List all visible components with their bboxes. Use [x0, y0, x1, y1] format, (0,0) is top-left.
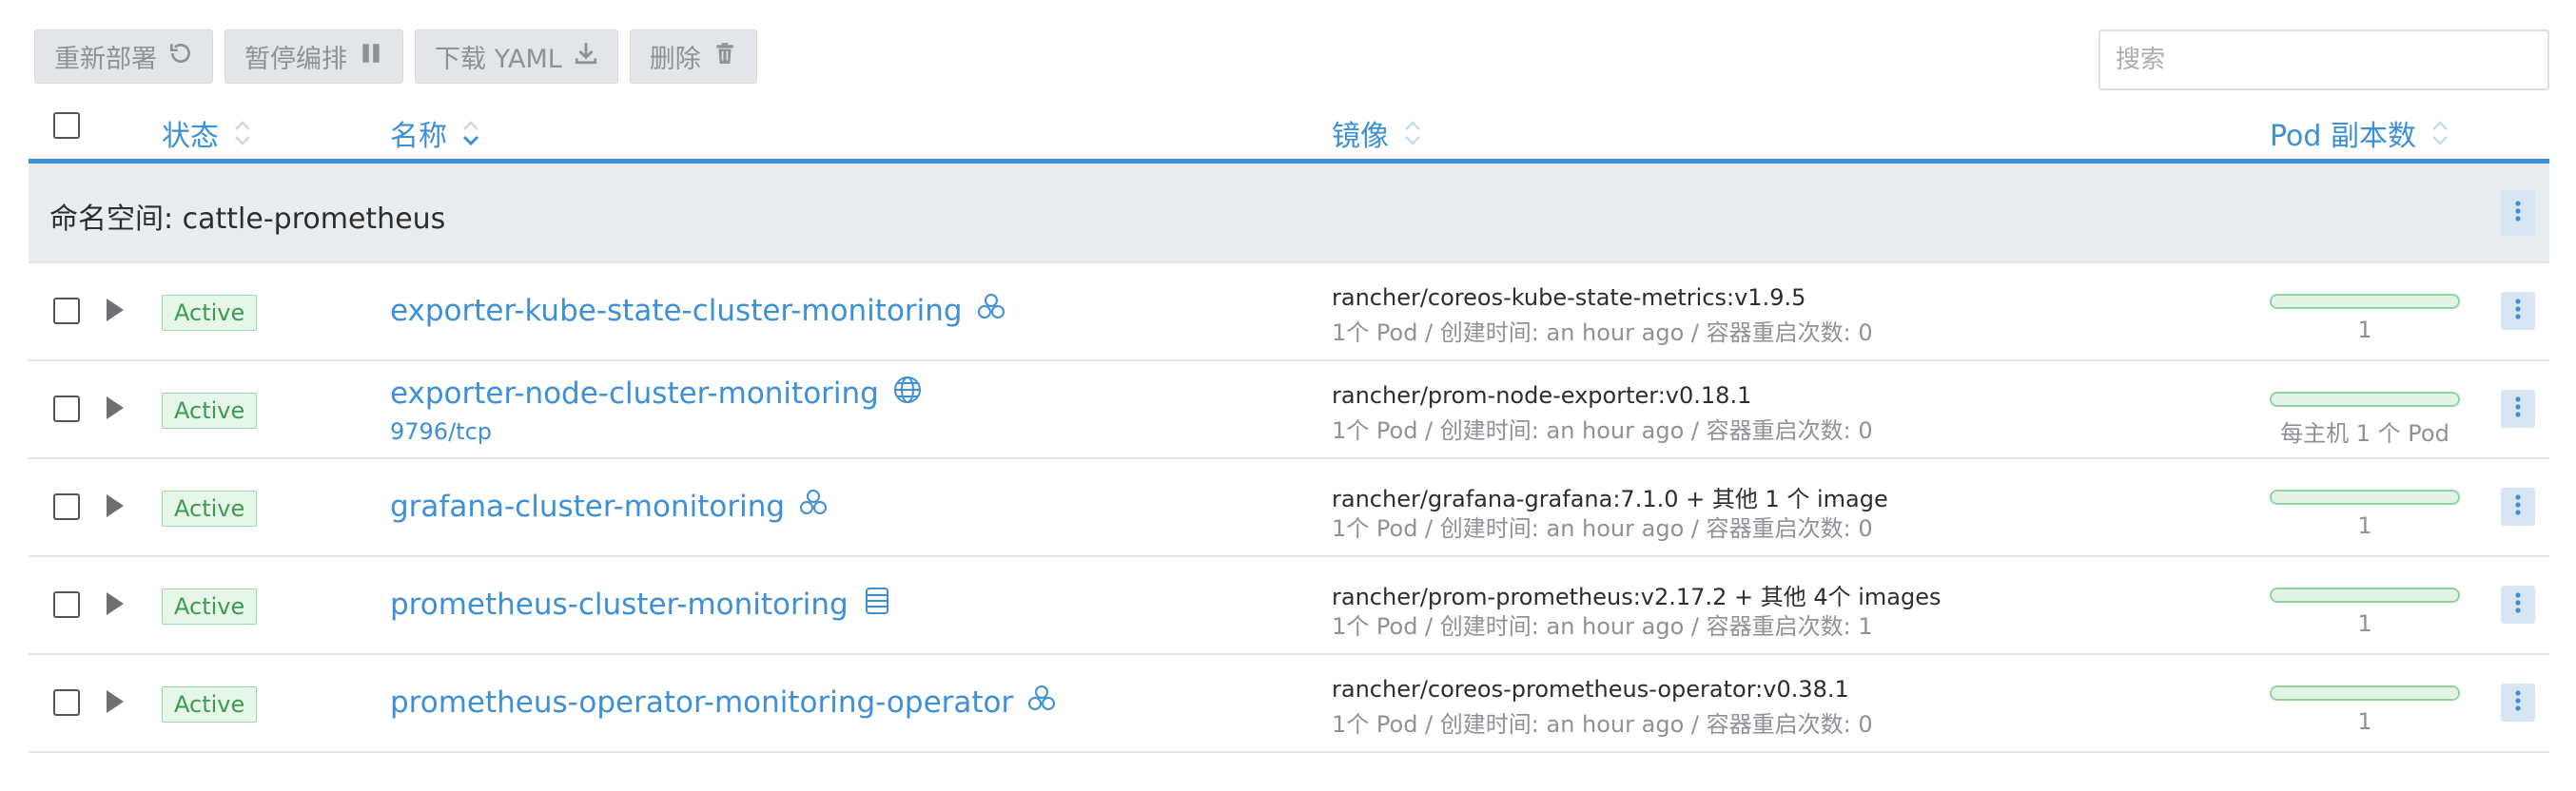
- pod-scale: 1: [2357, 317, 2372, 343]
- pod-scale: 1: [2357, 708, 2372, 735]
- pod-progress-bar: [2270, 588, 2460, 603]
- kebab-icon: [2514, 689, 2522, 716]
- sort-icon: [2430, 117, 2450, 149]
- workloads-page: 重新部署 暂停编排 下载 YAML 删除 状态: [0, 0, 2576, 791]
- row-actions-button[interactable]: [2501, 586, 2535, 624]
- expand-row-icon[interactable]: [107, 396, 124, 419]
- kebab-icon: [2514, 493, 2522, 520]
- pod-details: 1个 Pod / 创建时间: an hour ago / 容器重启次数: 0: [1332, 319, 1873, 346]
- workload-name-link[interactable]: prometheus-cluster-monitoring: [390, 586, 892, 624]
- row-actions-button[interactable]: [2501, 390, 2535, 428]
- image-name: rancher/coreos-prometheus-operator:v0.38…: [1332, 676, 1849, 703]
- sort-icon: [1402, 117, 1423, 149]
- workload-name-link[interactable]: prometheus-operator-monitoring-operator: [390, 684, 1057, 722]
- pod-scale: 1: [2357, 610, 2372, 637]
- port-link[interactable]: 9796/tcp: [390, 418, 492, 445]
- status-badge: Active: [162, 295, 258, 331]
- workload-name-link[interactable]: exporter-kube-state-cluster-monitoring: [390, 292, 1006, 330]
- sort-desc-icon: [460, 117, 481, 149]
- workload-name: exporter-kube-state-cluster-monitoring: [390, 294, 963, 328]
- header-name[interactable]: 名称: [390, 112, 481, 154]
- status-badge: Active: [162, 491, 258, 527]
- row-actions-button[interactable]: [2501, 684, 2535, 722]
- download-icon: [574, 41, 598, 72]
- image-name: rancher/coreos-kube-state-metrics:v1.9.5: [1332, 284, 1806, 311]
- status-badge: Active: [162, 588, 258, 625]
- pause-label: 暂停编排: [244, 45, 347, 74]
- row-checkbox[interactable]: [53, 298, 80, 324]
- pod-details: 1个 Pod / 创建时间: an hour ago / 容器重启次数: 0: [1332, 515, 1873, 542]
- pause-orchestration-button[interactable]: 暂停编排: [224, 29, 403, 84]
- select-all-checkbox[interactable]: [53, 112, 80, 139]
- pause-icon: [359, 41, 383, 72]
- workload-name-link[interactable]: grafana-cluster-monitoring: [390, 488, 829, 526]
- expand-row-icon[interactable]: [107, 494, 124, 517]
- status-badge: Active: [162, 393, 258, 429]
- globe-icon: [892, 375, 923, 413]
- namespace-group-row: 命名空间: cattle-prometheus: [29, 164, 2549, 263]
- pod-details: 1个 Pod / 创建时间: an hour ago / 容器重启次数: 0: [1332, 417, 1873, 444]
- table-row: Active exporter-kube-state-cluster-monit…: [29, 263, 2549, 361]
- pod-details: 1个 Pod / 创建时间: an hour ago / 容器重启次数: 0: [1332, 711, 1873, 738]
- row-checkbox[interactable]: [53, 591, 80, 618]
- image-name: rancher/grafana-grafana:7.1.0 + 其他 1 个 i…: [1332, 486, 1888, 512]
- trash-icon: [712, 41, 737, 72]
- pod-progress-bar: [2270, 490, 2460, 505]
- delete-button[interactable]: 删除: [629, 29, 757, 84]
- row-actions-button[interactable]: [2501, 292, 2535, 330]
- workload-name: prometheus-cluster-monitoring: [390, 588, 849, 622]
- header-image-label: 镜像: [1332, 120, 1389, 153]
- workload-name-link[interactable]: exporter-node-cluster-monitoring: [390, 375, 923, 413]
- expand-row-icon[interactable]: [107, 299, 124, 321]
- header-scale-label: Pod 副本数: [2270, 120, 2416, 153]
- table-row: Active prometheus-operator-monitoring-op…: [29, 655, 2549, 753]
- kebab-icon: [2514, 396, 2522, 422]
- workload-name: grafana-cluster-monitoring: [390, 490, 786, 524]
- row-checkbox[interactable]: [53, 493, 80, 520]
- header-scale[interactable]: Pod 副本数: [2270, 112, 2450, 154]
- pod-progress-bar: [2270, 685, 2460, 701]
- header-name-label: 名称: [390, 120, 447, 153]
- sort-icon: [232, 117, 253, 149]
- table-row: Active exporter-node-cluster-monitoring …: [29, 361, 2549, 459]
- pod-details: 1个 Pod / 创建时间: an hour ago / 容器重启次数: 1: [1332, 613, 1873, 640]
- kebab-icon: [2514, 298, 2522, 324]
- pod-progress-bar: [2270, 294, 2460, 309]
- header-state[interactable]: 状态: [162, 112, 253, 154]
- image-name: rancher/prom-node-exporter:v0.18.1: [1332, 382, 1752, 409]
- delete-label: 删除: [649, 45, 701, 74]
- cluster-icon: [976, 292, 1006, 330]
- cluster-icon: [1026, 684, 1057, 722]
- row-actions-button[interactable]: [2501, 488, 2535, 526]
- row-checkbox[interactable]: [53, 689, 80, 716]
- download-label: 下载 YAML: [435, 45, 562, 74]
- expand-row-icon[interactable]: [107, 592, 124, 615]
- table-row: Active prometheus-cluster-monitoring ran…: [29, 557, 2549, 655]
- header-state-label: 状态: [162, 120, 219, 153]
- table-header: 状态 名称 镜像 Pod 副本数: [29, 95, 2549, 164]
- search-input[interactable]: [2098, 29, 2549, 90]
- pod-progress-bar: [2270, 392, 2460, 407]
- download-yaml-button[interactable]: 下载 YAML: [415, 29, 618, 84]
- row-checkbox[interactable]: [53, 396, 80, 422]
- workload-name: exporter-node-cluster-monitoring: [390, 376, 879, 411]
- header-image[interactable]: 镜像: [1332, 112, 1423, 154]
- redeploy-icon: [168, 41, 193, 72]
- bulk-action-toolbar: 重新部署 暂停编排 下载 YAML 删除: [34, 29, 757, 84]
- group-actions-button[interactable]: [2501, 190, 2535, 236]
- kebab-icon: [2514, 591, 2522, 618]
- cluster-icon: [798, 488, 829, 526]
- pod-scale: 每主机 1 个 Pod: [2280, 420, 2449, 447]
- pod-scale: 1: [2357, 512, 2372, 539]
- database-icon: [862, 586, 892, 624]
- namespace-title: 命名空间: cattle-prometheus: [49, 203, 446, 236]
- redeploy-label: 重新部署: [54, 45, 157, 74]
- expand-row-icon[interactable]: [107, 690, 124, 713]
- kebab-icon: [2514, 200, 2522, 226]
- table-row: Active grafana-cluster-monitoring ranche…: [29, 459, 2549, 557]
- workload-name: prometheus-operator-monitoring-operator: [390, 685, 1014, 720]
- status-badge: Active: [162, 686, 258, 723]
- redeploy-button[interactable]: 重新部署: [34, 29, 213, 84]
- image-name: rancher/prom-prometheus:v2.17.2 + 其他 4个 …: [1332, 584, 1942, 610]
